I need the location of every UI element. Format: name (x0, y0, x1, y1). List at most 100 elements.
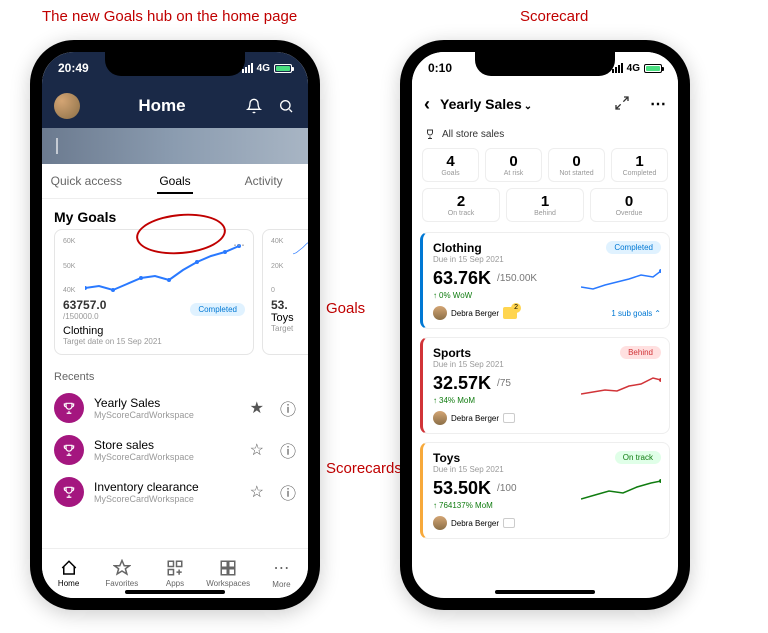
phone-notch (105, 52, 245, 76)
goal-card-toys[interactable]: ToysDue in 15 Sep 2021 On track 53.50K/1… (420, 442, 670, 539)
search-icon[interactable] (276, 96, 296, 116)
tab-activity[interactable]: Activity (219, 164, 308, 198)
goal-owner[interactable]: Debra Berger (433, 306, 517, 320)
subtitle-text: All store sales (442, 129, 504, 140)
star-icon-outline[interactable]: ☆ (250, 482, 264, 502)
goal-name: Toys (433, 451, 504, 465)
arrow-up-icon: ↑ (433, 291, 437, 300)
y-label: 0 (271, 287, 291, 294)
sparkline (581, 372, 661, 398)
goal-value: 53. (271, 298, 308, 312)
apps-icon (166, 559, 184, 577)
goal-target: /100 (497, 483, 516, 494)
goal-sparkline (85, 238, 245, 294)
user-avatar[interactable] (54, 93, 80, 119)
y-label: 60K (63, 238, 83, 245)
note-badge-icon[interactable] (503, 307, 517, 319)
stat-at-risk[interactable]: 0At risk (485, 148, 542, 182)
goal-due: Due in 15 Sep 2021 (433, 360, 504, 369)
recent-item-yearly-sales[interactable]: Yearly Sales MyScoreCardWorkspace ★ ⓘ (42, 387, 308, 429)
home-indicator (125, 590, 225, 594)
nav-home[interactable]: Home (42, 549, 95, 598)
info-icon[interactable]: ⓘ (280, 396, 296, 420)
expand-icon[interactable] (614, 95, 630, 114)
tab-goals[interactable]: Goals (131, 164, 220, 198)
phone-scorecard: 0:10 4G ‹ Yearly Sales⌄ ⋯ All store sale… (400, 40, 690, 610)
note-icon[interactable] (503, 413, 515, 423)
stat-on-track[interactable]: 2On track (422, 188, 500, 222)
goal-owner[interactable]: Debra Berger (433, 411, 515, 425)
status-time: 20:49 (58, 61, 89, 75)
workspaces-icon (219, 559, 237, 577)
owner-name: Debra Berger (451, 519, 499, 528)
phone-home: 20:49 4G Home Quick access Goals Activit… (30, 40, 320, 610)
trophy-icon (54, 393, 84, 423)
status-badge-completed: Completed (190, 303, 245, 316)
y-label: 40K (271, 238, 291, 245)
goal-value: 63.76K (433, 268, 491, 289)
goal-name: Clothing (63, 325, 245, 337)
status-time: 0:10 (428, 61, 452, 75)
goal-name: Toys (271, 312, 308, 324)
battery-icon (644, 64, 662, 73)
goal-target: /150.00K (497, 273, 537, 284)
more-icon[interactable]: ⋯ (650, 94, 666, 114)
goal-note: Target (271, 324, 308, 333)
stats-grid: 4Goals 0At risk 0Not started 1Completed … (412, 148, 678, 222)
trophy-icon (424, 128, 436, 140)
recent-workspace: MyScoreCardWorkspace (94, 410, 240, 420)
recent-item-inventory[interactable]: Inventory clearance MyScoreCardWorkspace… (42, 471, 308, 513)
sparkline (581, 267, 661, 293)
annotation-scorecards: Scorecards (326, 460, 402, 477)
arrow-up-icon: ↑ (433, 396, 437, 405)
home-indicator (495, 590, 595, 594)
sub-goals-toggle[interactable]: 1 sub goals⌃ (611, 309, 661, 318)
stat-not-started[interactable]: 0Not started (548, 148, 605, 182)
goal-card-clothing[interactable]: ClothingDue in 15 Sep 2021 Completed 63.… (420, 232, 670, 329)
goal-name: Clothing (433, 241, 504, 255)
nav-label: Workspaces (206, 579, 250, 588)
status-badge-behind: Behind (620, 346, 661, 359)
scorecard-title[interactable]: Yearly Sales⌄ (440, 96, 532, 112)
card-menu-icon[interactable]: ⋯ (233, 238, 245, 252)
goal-card-sports[interactable]: SportsDue in 15 Sep 2021 Behind 32.57K/7… (420, 337, 670, 434)
home-icon (60, 559, 78, 577)
stat-goals[interactable]: 4Goals (422, 148, 479, 182)
scorecard-goal-list[interactable]: Clothing Due in 15 Sep 2021 Completed 63.… (412, 228, 678, 551)
scorecard-subtitle: All store sales (412, 124, 678, 148)
app-header: Home (42, 84, 308, 128)
note-icon[interactable] (503, 518, 515, 528)
goals-carousel[interactable]: 60K 50K 40K ⋯ 63757.0 /150000.0 C (42, 229, 308, 363)
info-icon[interactable]: ⓘ (280, 438, 296, 462)
goal-target: /75 (497, 378, 511, 389)
nav-more[interactable]: ⋯ More (255, 549, 308, 598)
info-icon[interactable]: ⓘ (280, 480, 296, 504)
notifications-icon[interactable] (244, 96, 264, 116)
y-label: 40K (63, 287, 83, 294)
nav-label: More (272, 580, 290, 589)
goal-owner[interactable]: Debra Berger (433, 516, 515, 530)
back-icon[interactable]: ‹ (424, 94, 430, 115)
goal-value: 63757.0 (63, 298, 106, 312)
avatar-icon (433, 516, 447, 530)
status-badge-completed: Completed (606, 241, 661, 254)
annotation-title-left: The new Goals hub on the home page (42, 8, 297, 25)
stat-behind[interactable]: 1Behind (506, 188, 584, 222)
star-icon-filled[interactable]: ★ (250, 398, 264, 418)
recent-workspace: MyScoreCardWorkspace (94, 452, 240, 462)
goal-due: Due in 15 Sep 2021 (433, 465, 504, 474)
recent-name: Yearly Sales (94, 396, 240, 410)
goal-value: 32.57K (433, 373, 491, 394)
recent-item-store-sales[interactable]: Store sales MyScoreCardWorkspace ☆ ⓘ (42, 429, 308, 471)
star-icon-outline[interactable]: ☆ (250, 440, 264, 460)
goal-sparkline (293, 238, 308, 257)
stat-completed[interactable]: 1Completed (611, 148, 668, 182)
goal-note: Target date on 15 Sep 2021 (63, 337, 245, 346)
recent-workspace: MyScoreCardWorkspace (94, 494, 240, 504)
goal-card-clothing[interactable]: 60K 50K 40K ⋯ 63757.0 /150000.0 C (54, 229, 254, 355)
annotation-title-right: Scorecard (520, 8, 588, 25)
goal-card-toys[interactable]: 40K 20K 0 53. Toys Target (262, 229, 308, 355)
stat-overdue[interactable]: 0Overdue (590, 188, 668, 222)
tab-quick-access[interactable]: Quick access (42, 164, 131, 198)
owner-name: Debra Berger (451, 309, 499, 318)
